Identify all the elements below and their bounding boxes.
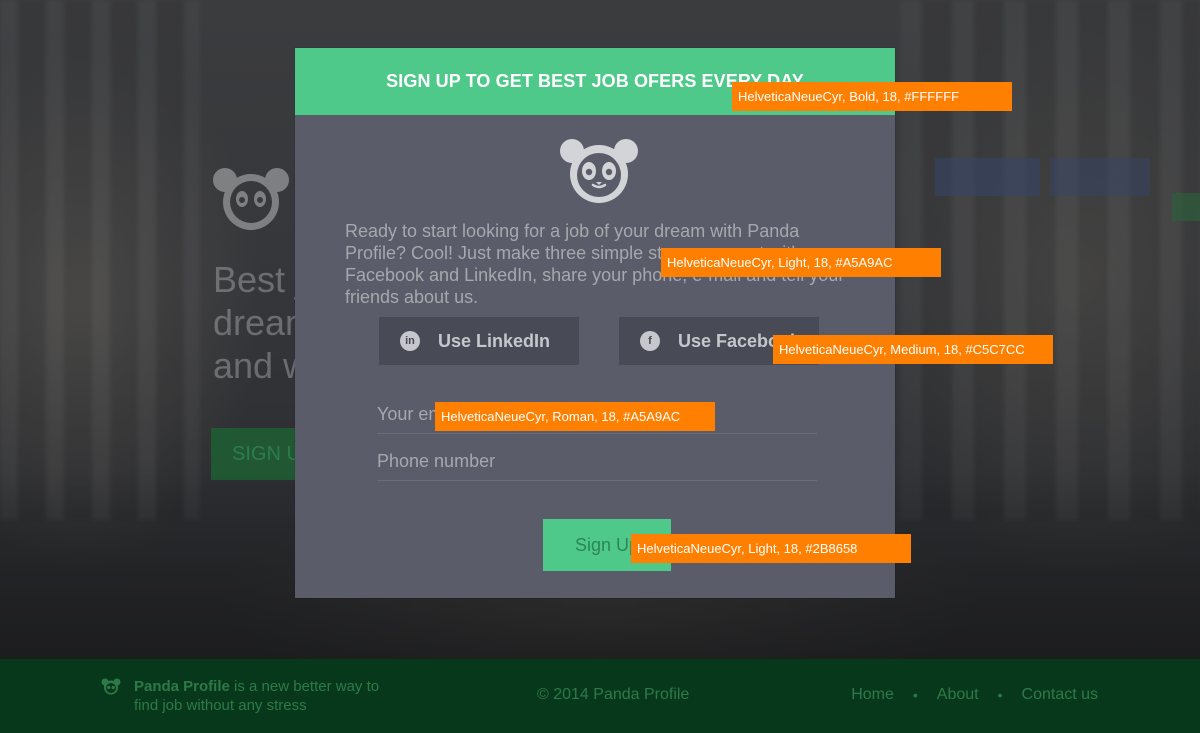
font-annotation-intro: HelveticaNeueCyr, Light, 18, #A5A9AC xyxy=(661,248,941,277)
background-building-left xyxy=(0,0,200,520)
phone-field[interactable] xyxy=(377,445,817,481)
background-sign xyxy=(1050,158,1150,196)
footer-panda-logo-icon xyxy=(101,678,121,695)
footer-tagline: Panda Profile is a new better way to fin… xyxy=(134,677,394,715)
linkedin-icon: in xyxy=(400,331,420,351)
hero-panda-logo-icon xyxy=(213,168,289,230)
footer-nav-separator: • xyxy=(912,687,918,703)
footer-link-contact[interactable]: Contact us xyxy=(1022,686,1098,704)
font-annotation-signup: HelveticaNeueCyr, Light, 18, #2B8658 xyxy=(631,534,911,563)
panda-logo-icon xyxy=(560,139,638,203)
background-building-right xyxy=(900,0,1200,520)
font-annotation-fields: HelveticaNeueCyr, Roman, 18, #A5A9AC xyxy=(435,402,715,431)
footer: Panda Profile is a new better way to fin… xyxy=(0,659,1200,733)
facebook-icon: f xyxy=(640,331,660,351)
font-annotation-social: HelveticaNeueCyr, Medium, 18, #C5C7CC xyxy=(773,335,1053,364)
footer-brand: Panda Profile xyxy=(134,678,230,695)
footer-nav-separator: • xyxy=(997,687,1003,703)
background-sign xyxy=(1172,193,1200,221)
font-annotation-title: HelveticaNeueCyr, Bold, 18, #FFFFFF xyxy=(732,82,1012,111)
footer-link-about[interactable]: About xyxy=(937,686,979,704)
linkedin-button[interactable]: in Use LinkedIn xyxy=(379,317,579,365)
footer-link-home[interactable]: Home xyxy=(851,686,894,704)
footer-nav: Home • About • Contact us xyxy=(851,686,1098,704)
background-sign xyxy=(935,158,1040,196)
signup-modal: SIGN UP TO GET BEST JOB OFERS EVERY DAY … xyxy=(295,48,895,598)
hero-signup-label: SIGN U xyxy=(232,443,301,465)
footer-copyright: © 2014 Panda Profile xyxy=(537,686,690,703)
linkedin-button-label: Use LinkedIn xyxy=(438,330,551,351)
